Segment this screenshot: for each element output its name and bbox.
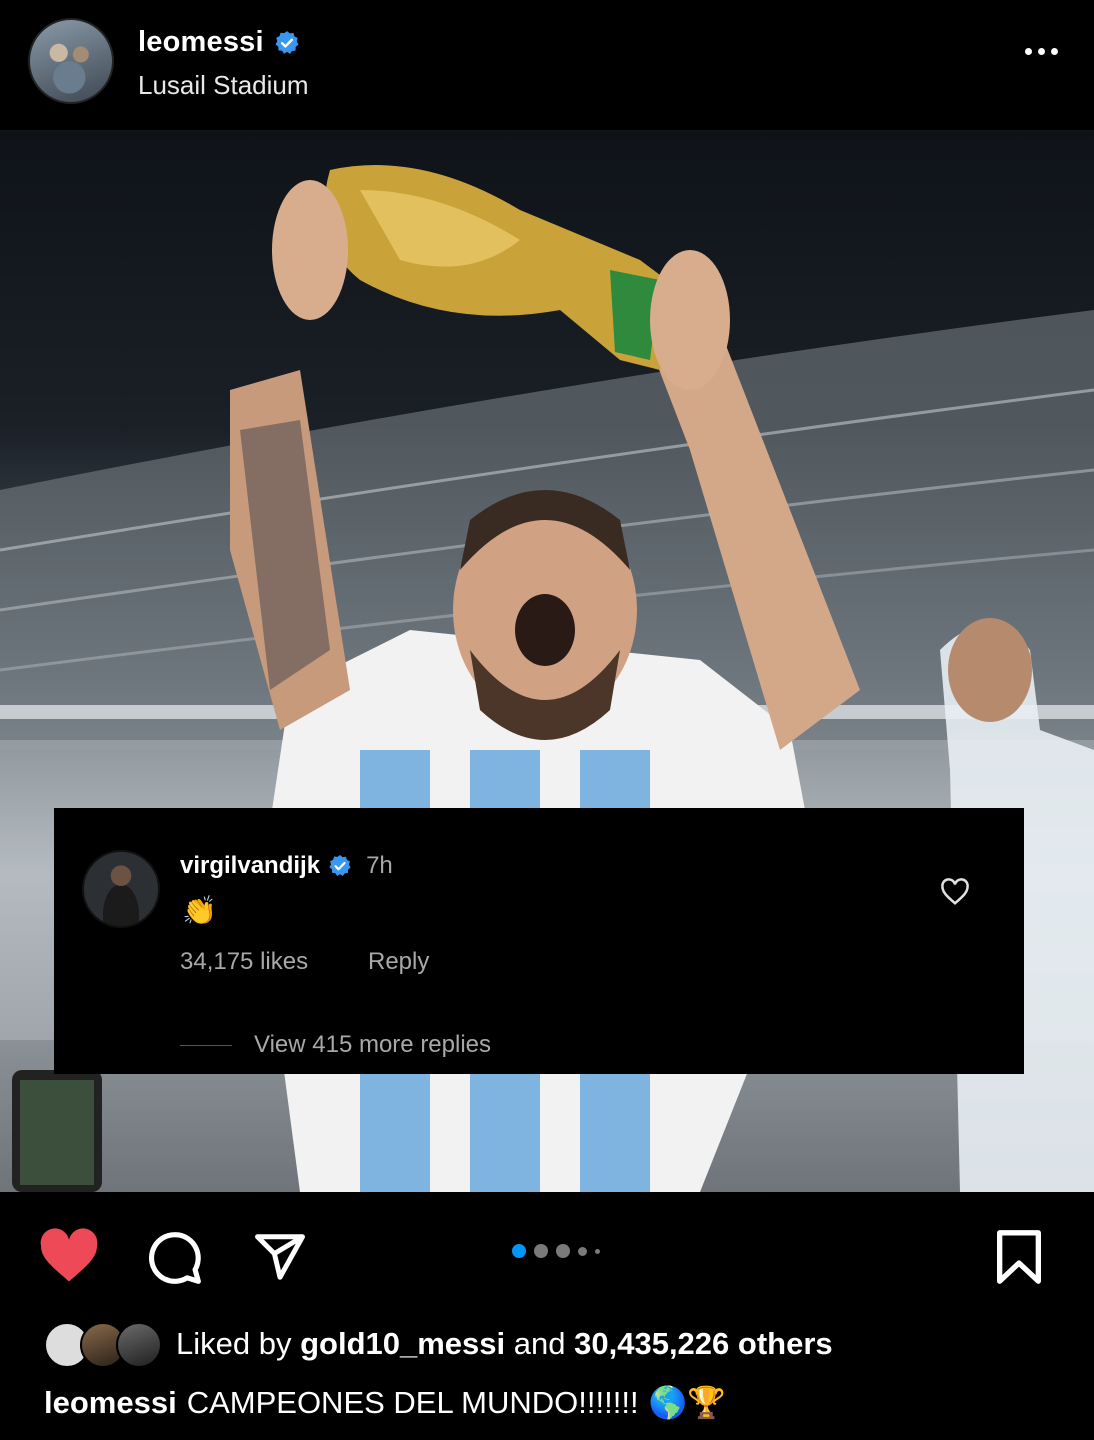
carousel-dot <box>534 1244 548 1258</box>
carousel-dot-active <box>512 1244 526 1258</box>
comment-icon[interactable] <box>146 1230 204 1286</box>
comment-user-row: virgilvandijk 7h <box>180 852 393 880</box>
comment-avatar[interactable] <box>82 850 160 928</box>
like-heart-icon[interactable] <box>38 1228 100 1284</box>
caption-emojis: 🌎🏆 <box>648 1385 726 1420</box>
carousel-dot <box>595 1248 600 1254</box>
share-icon[interactable] <box>252 1230 308 1284</box>
likes-middle: and <box>513 1326 566 1361</box>
bookmark-icon[interactable] <box>994 1228 1044 1286</box>
post-header: leomessi Lusail Stadium <box>0 0 1094 130</box>
comment-likes[interactable]: 34,175 likes <box>180 948 308 976</box>
liked-by-avatars[interactable] <box>44 1322 164 1368</box>
reply-button[interactable]: Reply <box>368 948 429 976</box>
verified-badge-icon <box>275 30 299 54</box>
comment-like-icon[interactable] <box>940 878 970 906</box>
comment-text: 👏 <box>182 895 217 926</box>
verified-badge-icon <box>329 855 351 876</box>
liker-avatar <box>116 1322 162 1368</box>
likes-summary[interactable]: Liked by gold10_messi and 30,435,226 oth… <box>176 1326 833 1362</box>
comment-username[interactable]: virgilvandijk <box>180 852 320 880</box>
replies-divider <box>180 1045 232 1046</box>
likes-prefix: Liked by <box>176 1326 292 1361</box>
username-row: leomessi <box>138 26 300 59</box>
likes-row: Liked by gold10_messi and 30,435,226 oth… <box>44 1322 833 1368</box>
carousel-dot <box>556 1244 570 1258</box>
carousel-indicator <box>512 1244 600 1258</box>
post-location[interactable]: Lusail Stadium <box>138 70 309 101</box>
post-caption: leomessi CAMPEONES DEL MUNDO!!!!!!! 🌎🏆 <box>44 1384 726 1421</box>
comment-time: 7h <box>366 852 393 879</box>
view-more-replies[interactable]: View 415 more replies <box>254 1031 491 1059</box>
likes-count[interactable]: 30,435,226 others <box>574 1326 833 1361</box>
more-options-icon[interactable] <box>1025 48 1058 55</box>
caption-username[interactable]: leomessi <box>44 1385 177 1421</box>
caption-text: CAMPEONES DEL MUNDO!!!!!!! <box>186 1384 639 1420</box>
post-username[interactable]: leomessi <box>138 26 264 59</box>
liked-by-user[interactable]: gold10_messi <box>300 1326 505 1361</box>
carousel-dot <box>578 1246 587 1256</box>
comment-card: virgilvandijk 7h 👏 34,175 likes Reply Vi… <box>54 808 1024 1074</box>
profile-avatar[interactable] <box>28 18 114 104</box>
